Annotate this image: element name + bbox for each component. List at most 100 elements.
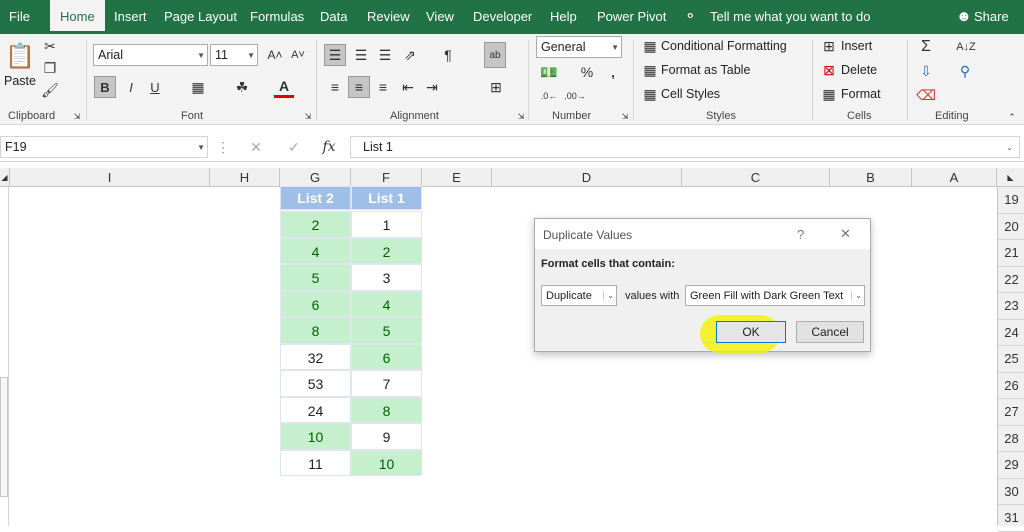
tell-me-search[interactable]: Tell me what you want to do bbox=[710, 0, 870, 34]
table-cell[interactable]: 8 bbox=[280, 317, 351, 344]
table-cell[interactable]: 6 bbox=[351, 343, 422, 370]
tab-data[interactable]: Data bbox=[320, 0, 347, 34]
tab-file[interactable]: File bbox=[9, 0, 30, 34]
tab-help[interactable]: Help bbox=[550, 0, 577, 34]
table-cell[interactable]: 8 bbox=[351, 396, 422, 423]
insert-function-button[interactable]: fx bbox=[318, 138, 340, 156]
row-header[interactable]: 28 bbox=[998, 426, 1024, 452]
delete-cells-icon[interactable]: ⊠ bbox=[821, 62, 837, 78]
align-bottom-icon[interactable]: ☰ bbox=[374, 44, 396, 66]
align-right-icon[interactable]: ≡ bbox=[372, 76, 394, 98]
table-cell[interactable]: 2 bbox=[351, 237, 422, 264]
number-format-select[interactable]: General ▼ bbox=[536, 36, 622, 58]
table-cell[interactable]: 1 bbox=[351, 211, 422, 238]
row-header[interactable]: 23 bbox=[998, 293, 1024, 320]
expand-formula-icon[interactable]: ⌄ bbox=[1006, 143, 1013, 152]
percent-style-button[interactable]: % bbox=[578, 62, 596, 82]
align-middle-icon[interactable]: ☰ bbox=[350, 44, 372, 66]
cancel-entry-icon[interactable]: ✕ bbox=[246, 138, 266, 156]
row-header[interactable]: 30 bbox=[998, 479, 1024, 505]
table-cell[interactable]: 53 bbox=[280, 370, 351, 397]
row-header[interactable]: 19 bbox=[998, 187, 1024, 214]
tab-formulas[interactable]: Formulas bbox=[250, 0, 304, 34]
table-cell[interactable]: 32 bbox=[280, 343, 351, 370]
table-cell[interactable]: 4 bbox=[351, 290, 422, 317]
conditional-formatting-icon[interactable]: ▦ bbox=[642, 38, 658, 54]
underline-button[interactable]: U bbox=[145, 76, 165, 98]
select-all-corner[interactable]: ◢ bbox=[0, 168, 10, 187]
column-header[interactable]: B bbox=[830, 168, 912, 187]
grow-font-icon[interactable]: A˄ bbox=[265, 46, 285, 64]
sort-filter-icon[interactable]: A↓Z bbox=[954, 38, 978, 56]
conditional-formatting-button[interactable]: Conditional Formatting bbox=[661, 39, 787, 53]
insert-cells-icon[interactable]: ⊞ bbox=[821, 38, 837, 54]
delete-cells-button[interactable]: Delete bbox=[841, 63, 877, 77]
row-header[interactable]: 24 bbox=[998, 320, 1024, 346]
select-all-corner[interactable]: ◣ bbox=[997, 168, 1024, 187]
row-header[interactable]: 27 bbox=[998, 399, 1024, 426]
wrap-text-icon[interactable]: ab bbox=[484, 42, 506, 68]
paragraph-icon[interactable]: ¶ bbox=[436, 44, 460, 66]
column-header[interactable]: E bbox=[422, 168, 492, 187]
copy-icon[interactable]: ❐ bbox=[42, 60, 58, 76]
scrollbar-thumb[interactable] bbox=[0, 377, 8, 497]
table-cell[interactable]: 9 bbox=[351, 423, 422, 450]
dialog-launcher-icon[interactable]: ⇲ bbox=[620, 111, 630, 121]
italic-button[interactable]: I bbox=[121, 76, 141, 98]
table-cell[interactable]: 5 bbox=[280, 264, 351, 291]
column-header[interactable]: D bbox=[492, 168, 682, 187]
paste-icon[interactable]: 📋 bbox=[5, 40, 35, 72]
format-as-table-icon[interactable]: ▦ bbox=[642, 62, 658, 78]
fill-color-icon[interactable]: ☘ bbox=[232, 76, 252, 98]
decrease-decimal-icon[interactable]: .00→ bbox=[564, 86, 586, 106]
table-cell[interactable]: 24 bbox=[280, 396, 351, 423]
increase-indent-icon[interactable]: ⇥ bbox=[421, 76, 443, 98]
name-box[interactable]: F19 ▼ bbox=[0, 136, 208, 158]
accounting-format-icon[interactable]: 💵 bbox=[538, 62, 560, 82]
row-header[interactable]: 20 bbox=[998, 214, 1024, 240]
borders-icon[interactable]: ▦ bbox=[188, 76, 208, 98]
table-header-list1[interactable]: List 1 bbox=[351, 186, 422, 210]
align-center-icon[interactable]: ≡ bbox=[348, 76, 370, 98]
row-header[interactable]: 29 bbox=[998, 452, 1024, 479]
format-style-select[interactable]: Green Fill with Dark Green Text ⌄ bbox=[685, 285, 865, 306]
decrease-indent-icon[interactable]: ⇤ bbox=[397, 76, 419, 98]
clear-icon[interactable]: ⌫ bbox=[916, 86, 936, 104]
autosum-icon[interactable]: Σ bbox=[917, 38, 935, 56]
cancel-button[interactable]: Cancel bbox=[796, 321, 864, 343]
format-cells-icon[interactable]: ▦ bbox=[821, 86, 837, 102]
insert-cells-button[interactable]: Insert bbox=[841, 39, 872, 53]
table-cell[interactable]: 7 bbox=[351, 370, 422, 397]
find-select-icon[interactable]: ⚲ bbox=[956, 62, 974, 80]
cell-styles-button[interactable]: Cell Styles bbox=[661, 87, 720, 101]
align-left-icon[interactable]: ≡ bbox=[324, 76, 346, 98]
tab-insert[interactable]: Insert bbox=[114, 0, 147, 34]
tab-power-pivot[interactable]: Power Pivot bbox=[597, 0, 666, 34]
cell-styles-icon[interactable]: ▦ bbox=[642, 86, 658, 102]
dialog-launcher-icon[interactable]: ⇲ bbox=[72, 111, 82, 121]
tab-developer[interactable]: Developer bbox=[473, 0, 532, 34]
column-header[interactable]: A bbox=[912, 168, 997, 187]
orientation-icon[interactable]: ⇗ bbox=[398, 44, 422, 66]
cut-icon[interactable]: ✂ bbox=[42, 38, 58, 54]
row-header[interactable]: 22 bbox=[998, 267, 1024, 293]
paste-button[interactable]: Paste bbox=[4, 74, 36, 88]
dialog-launcher-icon[interactable]: ⇲ bbox=[516, 111, 526, 121]
confirm-entry-icon[interactable]: ✓ bbox=[284, 138, 304, 156]
font-name-select[interactable]: Arial ▼ bbox=[93, 44, 208, 66]
ok-button[interactable]: OK bbox=[716, 321, 786, 343]
tab-home[interactable]: Home bbox=[50, 0, 105, 34]
table-header-list2[interactable]: List 2 bbox=[280, 186, 351, 210]
row-header[interactable]: 25 bbox=[998, 346, 1024, 373]
increase-decimal-icon[interactable]: .0← bbox=[538, 86, 560, 106]
dialog-launcher-icon[interactable]: ⇲ bbox=[303, 111, 313, 121]
fill-down-icon[interactable]: ⇩ bbox=[917, 62, 935, 80]
column-header[interactable]: C bbox=[682, 168, 830, 187]
font-color-icon[interactable]: A bbox=[274, 76, 294, 98]
close-icon[interactable]: ✕ bbox=[840, 226, 851, 242]
format-as-table-button[interactable]: Format as Table bbox=[661, 63, 750, 77]
comma-style-icon[interactable]: , bbox=[604, 62, 622, 82]
merge-center-icon[interactable]: ⊞ bbox=[484, 76, 508, 98]
table-cell[interactable]: 2 bbox=[280, 211, 351, 238]
tab-view[interactable]: View bbox=[426, 0, 454, 34]
